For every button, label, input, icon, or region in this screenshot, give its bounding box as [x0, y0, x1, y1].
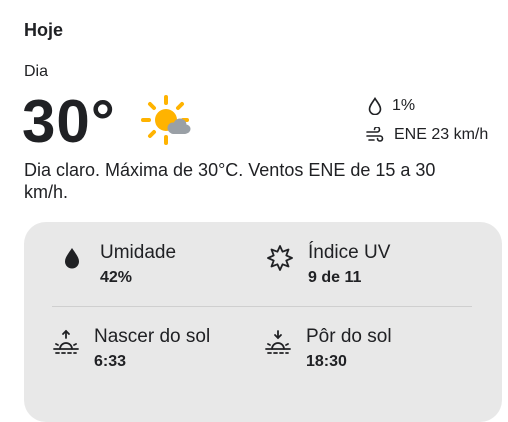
sunset-icon — [265, 330, 291, 354]
details-card: Umidade 42% Índice UV 9 de 11 Nascer do … — [24, 222, 502, 422]
uv-index-label: Índice UV — [308, 242, 391, 263]
sun-outline-icon — [267, 245, 293, 271]
wind-value: ENE 23 km/h — [394, 126, 489, 143]
humidity-label: Umidade — [100, 242, 177, 263]
wind: ENE 23 km/h — [366, 126, 488, 144]
sunset-item: Pôr do sol 18:30 — [264, 326, 392, 372]
humidity-item: Umidade 42% — [58, 242, 176, 288]
precipitation-value: 1% — [392, 97, 416, 114]
precipitation-drop-icon — [368, 97, 382, 115]
divider — [52, 306, 472, 307]
precipitation: 1% — [368, 97, 415, 115]
sunrise-icon — [53, 329, 79, 354]
section-title: Hoje — [24, 20, 64, 40]
humidity-value: 42% — [100, 269, 133, 286]
uv-index-item: Índice UV 9 de 11 — [266, 242, 390, 288]
sunrise-label: Nascer do sol — [94, 326, 211, 347]
period-label: Dia — [24, 63, 49, 80]
wind-icon — [366, 127, 384, 142]
temperature: 30° — [22, 88, 116, 155]
sunrise-item: Nascer do sol 6:33 — [52, 326, 210, 372]
sunset-label: Pôr do sol — [306, 326, 392, 347]
water-drop-icon — [65, 248, 79, 269]
uv-index-value: 9 de 11 — [308, 269, 362, 286]
sunrise-value: 6:33 — [94, 353, 127, 370]
sun-partly-cloudy-icon — [141, 95, 191, 145]
weather-description: Dia claro. Máxima de 30°C. Ventos ENE de… — [24, 160, 436, 202]
sunset-value: 18:30 — [306, 353, 347, 370]
